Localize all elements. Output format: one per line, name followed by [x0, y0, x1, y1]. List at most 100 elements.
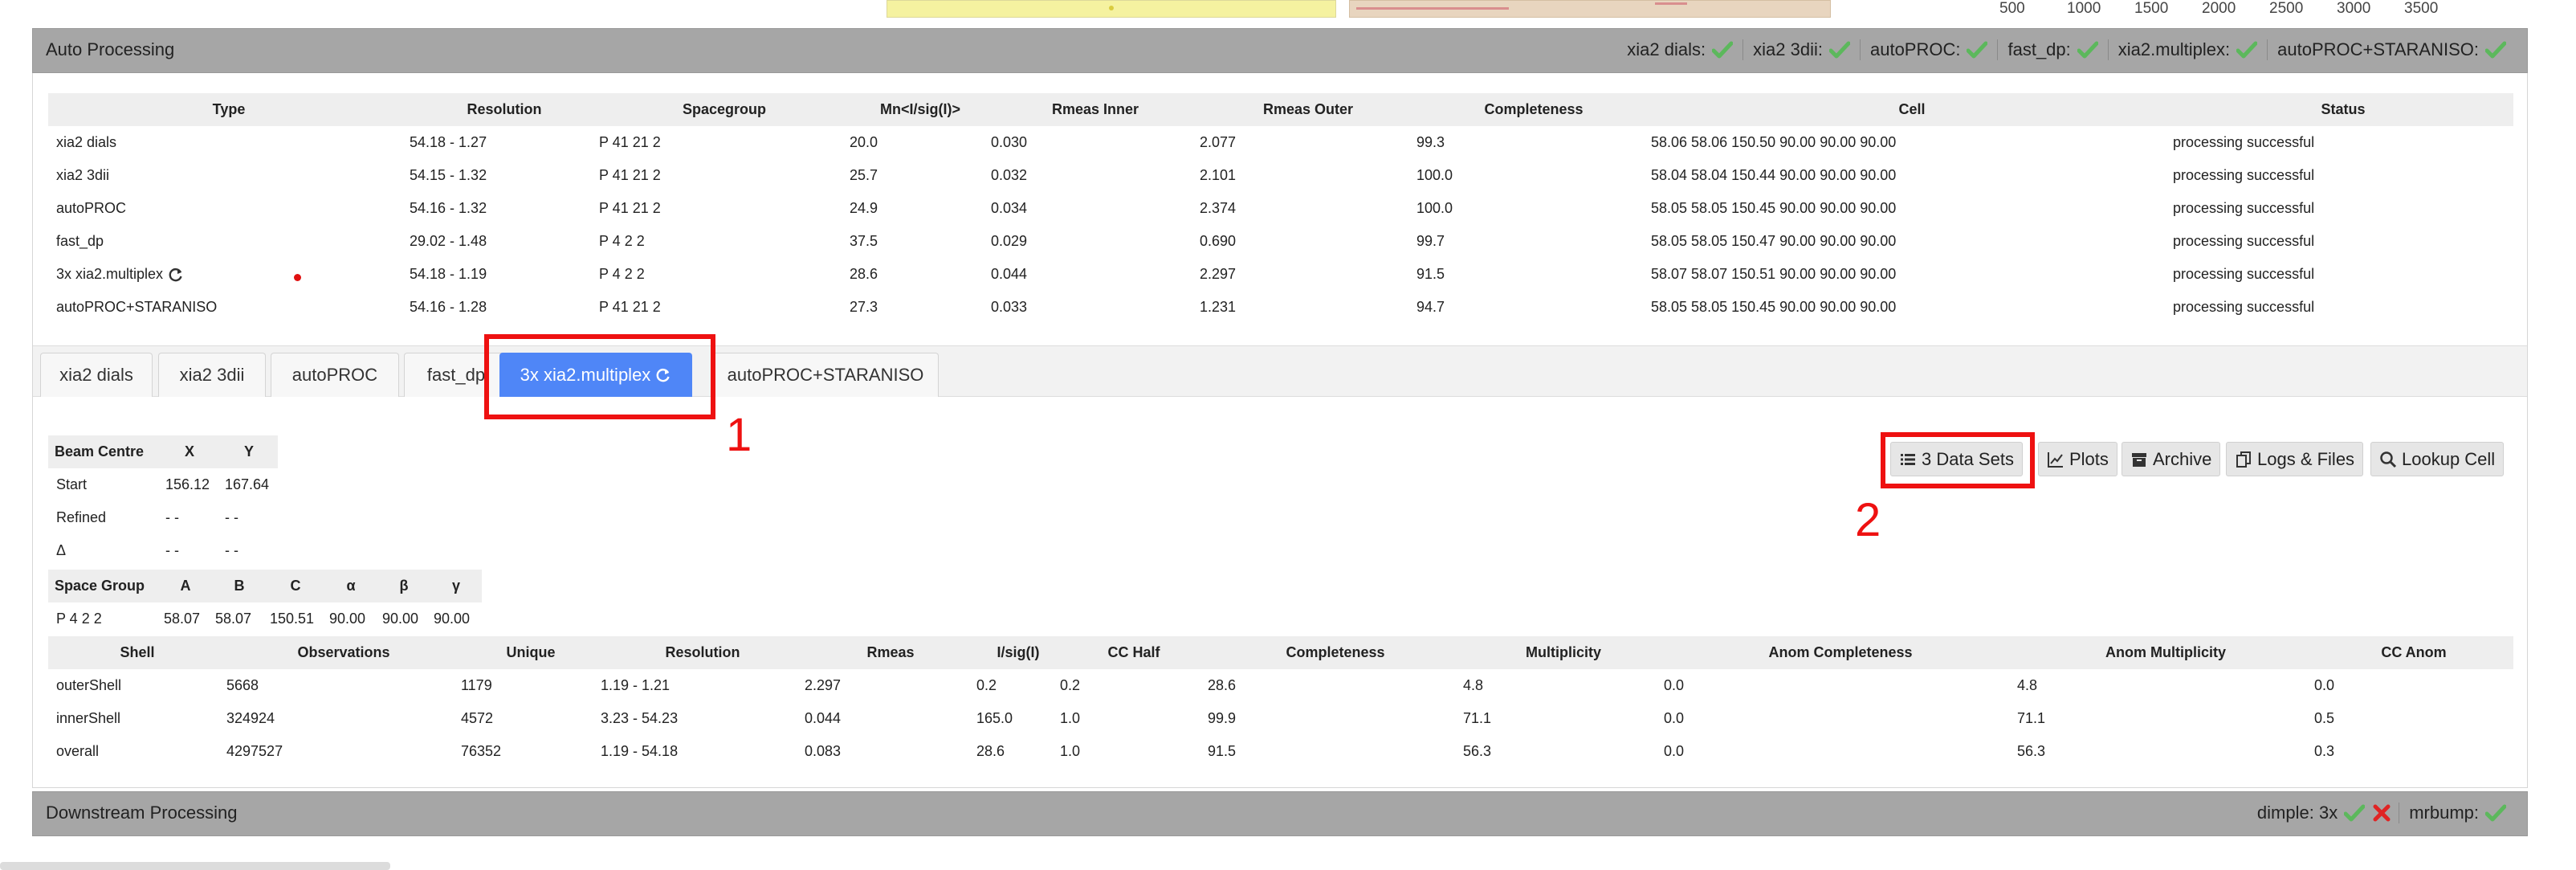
table-row[interactable]: autoPROC 54.16 - 1.32 P 41 21 2 24.9 0.0… — [48, 192, 2513, 225]
cell-spacegroup: P 41 21 2 — [599, 167, 661, 183]
cell-type: xia2 dials — [56, 134, 117, 150]
col-header: Beam Centre — [48, 435, 159, 468]
table-row[interactable]: 3x xia2.multiplex 54.18 - 1.19 P 4 2 2 2… — [48, 258, 2513, 291]
cell-rmeas: 2.297 — [805, 677, 842, 693]
tab-autoproc[interactable]: autoPROC — [271, 353, 399, 397]
cell-y: - - — [225, 542, 238, 558]
col-header[interactable]: Completeness — [1416, 93, 1651, 126]
col-header: Shell — [48, 636, 226, 669]
tab-xia2-dials[interactable]: xia2 dials — [40, 353, 153, 397]
plot-image-thumbnail[interactable] — [1349, 0, 1831, 18]
cell-x: - - — [165, 542, 179, 558]
cell-status: processing successful — [2173, 266, 2315, 282]
table-row: outerShell 5668 1179 1.19 - 1.21 2.297 0… — [48, 669, 2513, 702]
cell-mn: 20.0 — [850, 134, 878, 150]
cross-icon — [2371, 804, 2391, 822]
cell-shell: outerShell — [56, 677, 122, 693]
logs-files-button[interactable]: Logs & Files — [2226, 442, 2364, 476]
diffraction-image-thumbnail[interactable] — [887, 0, 1336, 18]
cell-type: 3x xia2.multiplex — [48, 258, 410, 291]
col-header: Observations — [226, 636, 461, 669]
cell-type: fast_dp — [56, 233, 104, 249]
table-row[interactable]: xia2 3dii 54.15 - 1.32 P 41 21 2 25.7 0.… — [48, 159, 2513, 192]
cell-anom-multiplicity: 71.1 — [2017, 710, 2046, 726]
archive-button[interactable]: Archive — [2122, 442, 2221, 476]
axis-tick: 3000 — [2337, 0, 2371, 17]
cell-status: processing successful — [2173, 167, 2315, 183]
cell-rmeas-inner: 0.030 — [991, 134, 1028, 150]
check-icon — [1712, 41, 1734, 59]
processing-tabs: xia2 dials xia2 3dii autoPROC fast_dp 3x… — [33, 345, 2527, 397]
col-header: C — [267, 570, 324, 602]
table-row[interactable]: xia2 dials 54.18 - 1.27 P 41 21 2 20.0 0… — [48, 126, 2513, 159]
cell-rmeas-outer: 1.231 — [1200, 299, 1237, 315]
col-header: A — [159, 570, 212, 602]
cell-rmeas-outer: 0.690 — [1200, 233, 1237, 249]
tab-autoproc-staraniso[interactable]: autoPROC+STARANISO — [712, 353, 939, 397]
check-icon — [2236, 41, 2258, 59]
cell-y: 167.64 — [225, 476, 270, 492]
status-item-xia2-3dii: xia2 3dii: — [1742, 39, 1860, 60]
cell-spacegroup: P 4 2 2 — [599, 266, 645, 282]
downstream-processing-header[interactable]: Downstream Processing dimple: 3x mrbump: — [32, 791, 2528, 836]
col-header[interactable]: Type — [48, 93, 410, 126]
cell-rmeas-outer: 2.101 — [1200, 167, 1237, 183]
table-row: Δ - - - - — [48, 534, 278, 567]
plots-button[interactable]: Plots — [2038, 442, 2117, 476]
table-row[interactable]: fast_dp 29.02 - 1.48 P 4 2 2 37.5 0.029 … — [48, 225, 2513, 258]
cell-b: 58.07 — [215, 611, 252, 627]
tab-xia2-multiplex[interactable]: 3x xia2.multiplex — [499, 353, 692, 397]
axis-tick: 3500 — [2404, 0, 2439, 17]
cell-rmeas-outer: 2.077 — [1200, 134, 1237, 150]
list-icon — [1899, 451, 1917, 468]
tab-xia2-3dii[interactable]: xia2 3dii — [158, 353, 266, 397]
cell-isig: 28.6 — [976, 743, 1005, 759]
cell-unit-cell: 58.05 58.05 150.47 90.00 90.00 90.00 — [1651, 233, 1897, 249]
col-header: α — [324, 570, 377, 602]
horizontal-scrollbar[interactable] — [0, 862, 390, 870]
cell-x: 156.12 — [165, 476, 210, 492]
cell-cc-half: 1.0 — [1060, 710, 1081, 726]
cell-anom-completeness: 0.0 — [1664, 710, 1685, 726]
cell-resolution: 54.16 - 1.32 — [410, 200, 487, 216]
cell-completeness: 99.3 — [1416, 134, 1445, 150]
col-header[interactable]: Rmeas Outer — [1200, 93, 1416, 126]
annotation-label-1: 1 — [726, 409, 752, 461]
cell-unit-cell: 58.07 58.07 150.51 90.00 90.00 90.00 — [1651, 266, 1897, 282]
annotation-label-2: 2 — [1855, 494, 1881, 546]
cell-spacegroup: P 4 2 2 — [599, 233, 645, 249]
cell-unique: 1179 — [461, 677, 492, 693]
auto-processing-header[interactable]: Auto Processing xia2 dials: xia2 3dii: a… — [32, 28, 2528, 73]
lookup-cell-button[interactable]: Lookup Cell — [2370, 442, 2505, 476]
downstream-processing-title: Downstream Processing — [46, 803, 238, 823]
col-header[interactable]: Mn<I/sig(I)> — [850, 93, 991, 126]
cell-rmeas-inner: 0.029 — [991, 233, 1028, 249]
axis-tick: 500 — [1999, 0, 2025, 17]
status-item-xia2-dials: xia2 dials: — [1617, 39, 1742, 60]
cell-beta: 90.00 — [382, 611, 419, 627]
check-icon — [2077, 41, 2098, 59]
table-row[interactable]: autoPROC+STARANISO 54.16 - 1.28 P 41 21 … — [48, 291, 2513, 324]
col-header[interactable]: Resolution — [410, 93, 599, 126]
cell-a: 58.07 — [164, 611, 201, 627]
cell-multiplicity: 4.8 — [1463, 677, 1484, 693]
cell-status: processing successful — [2173, 200, 2315, 216]
cell-observations: 324924 — [226, 710, 275, 726]
cell-resolution: 54.18 - 1.19 — [410, 266, 487, 282]
row-label: Δ — [56, 542, 67, 558]
tab-fast-dp[interactable]: fast_dp — [404, 353, 508, 397]
col-header: Anom Multiplicity — [2017, 636, 2314, 669]
col-header[interactable]: Status — [2173, 93, 2513, 126]
col-header[interactable]: Cell — [1651, 93, 2173, 126]
cell-rmeas: 0.083 — [805, 743, 842, 759]
col-header[interactable]: Spacegroup — [599, 93, 850, 126]
cell-rmeas: 0.044 — [805, 710, 842, 726]
data-sets-button[interactable]: 3 Data Sets — [1890, 442, 2023, 476]
col-header[interactable]: Rmeas Inner — [991, 93, 1200, 126]
cell-c: 150.51 — [270, 611, 315, 627]
col-header: Anom Completeness — [1664, 636, 2017, 669]
col-header: Resolution — [601, 636, 805, 669]
cell-anom-completeness: 0.0 — [1664, 677, 1685, 693]
cell-resolution: 1.19 - 54.18 — [601, 743, 679, 759]
cell-completeness: 99.7 — [1416, 233, 1445, 249]
